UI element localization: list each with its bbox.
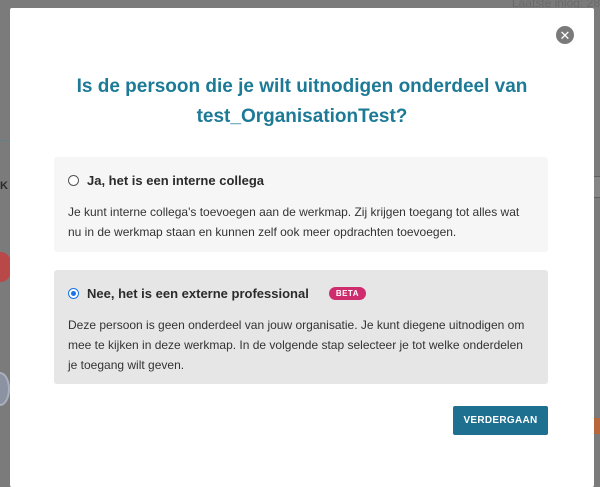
option-internal-colleague[interactable]: Ja, het is een interne collega Je kunt i… [54, 157, 548, 252]
radio-checked-icon[interactable] [68, 288, 79, 299]
close-button[interactable]: ✕ [556, 26, 574, 44]
radio-unchecked-icon[interactable] [68, 175, 79, 186]
background-badge-icon [0, 372, 10, 406]
background-left-fragment: K [0, 180, 8, 192]
background-divider [0, 140, 10, 141]
dialog-title: Is de persoon die je wilt uitnodigen ond… [76, 76, 528, 127]
close-icon: ✕ [559, 27, 571, 43]
background-right-accent [594, 418, 600, 434]
continue-button[interactable]: VERDERGAAN [453, 406, 548, 435]
option-description: Je kunt interne collega's toevoegen aan … [68, 205, 520, 239]
option-description: Deze persoon is geen onderdeel van jouw … [68, 318, 525, 372]
option-label: Nee, het is een externe professional [87, 286, 309, 301]
option-label: Ja, het is een interne collega [87, 173, 265, 188]
invite-dialog: ✕ Is de persoon die je wilt uitnodigen o… [10, 8, 594, 487]
beta-badge: BETA [328, 287, 366, 300]
option-external-professional[interactable]: Nee, het is een externe professional BET… [54, 270, 548, 384]
